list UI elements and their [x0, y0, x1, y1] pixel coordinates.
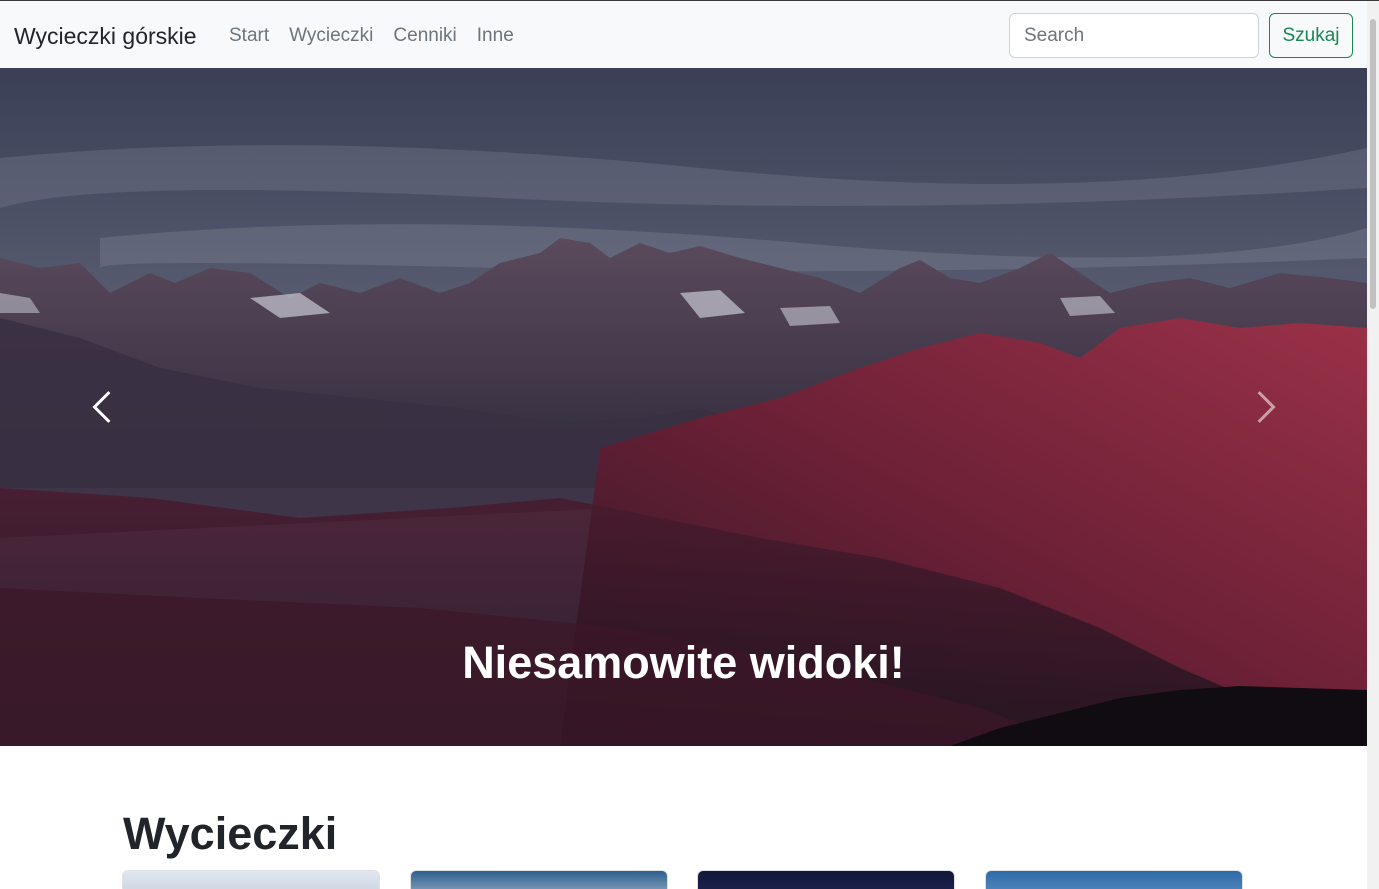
- navbar-brand[interactable]: Wycieczki górskie: [14, 21, 197, 51]
- trip-card[interactable]: [122, 870, 380, 889]
- nav-link-start[interactable]: Start: [229, 23, 269, 49]
- trip-card[interactable]: [697, 870, 955, 889]
- search-input[interactable]: [1009, 13, 1259, 58]
- scrollbar-thumb[interactable]: [1370, 19, 1376, 309]
- nav-link-inne[interactable]: Inne: [477, 23, 514, 49]
- navbar: Wycieczki górskie Start Wycieczki Cennik…: [0, 1, 1367, 68]
- trip-card[interactable]: [410, 870, 668, 889]
- nav-link-wycieczki[interactable]: Wycieczki: [289, 23, 373, 49]
- page-scrollbar[interactable]: [1367, 1, 1379, 889]
- trip-card[interactable]: [985, 870, 1243, 889]
- nav-links: Start Wycieczki Cenniki Inne: [229, 23, 534, 49]
- hero-carousel: Niesamowite widoki!: [0, 68, 1367, 746]
- carousel-caption: Niesamowite widoki!: [462, 637, 905, 688]
- nav-link-cenniki[interactable]: Cenniki: [393, 23, 456, 49]
- trip-card-image: [123, 871, 379, 889]
- trip-card-image: [698, 871, 954, 889]
- search-button[interactable]: Szukaj: [1269, 13, 1353, 58]
- chevron-right-icon: [1257, 391, 1276, 423]
- trip-card-image: [411, 871, 667, 889]
- chevron-left-icon: [91, 391, 110, 423]
- section-title: Wycieczki: [123, 808, 338, 859]
- trip-card-image: [986, 871, 1242, 889]
